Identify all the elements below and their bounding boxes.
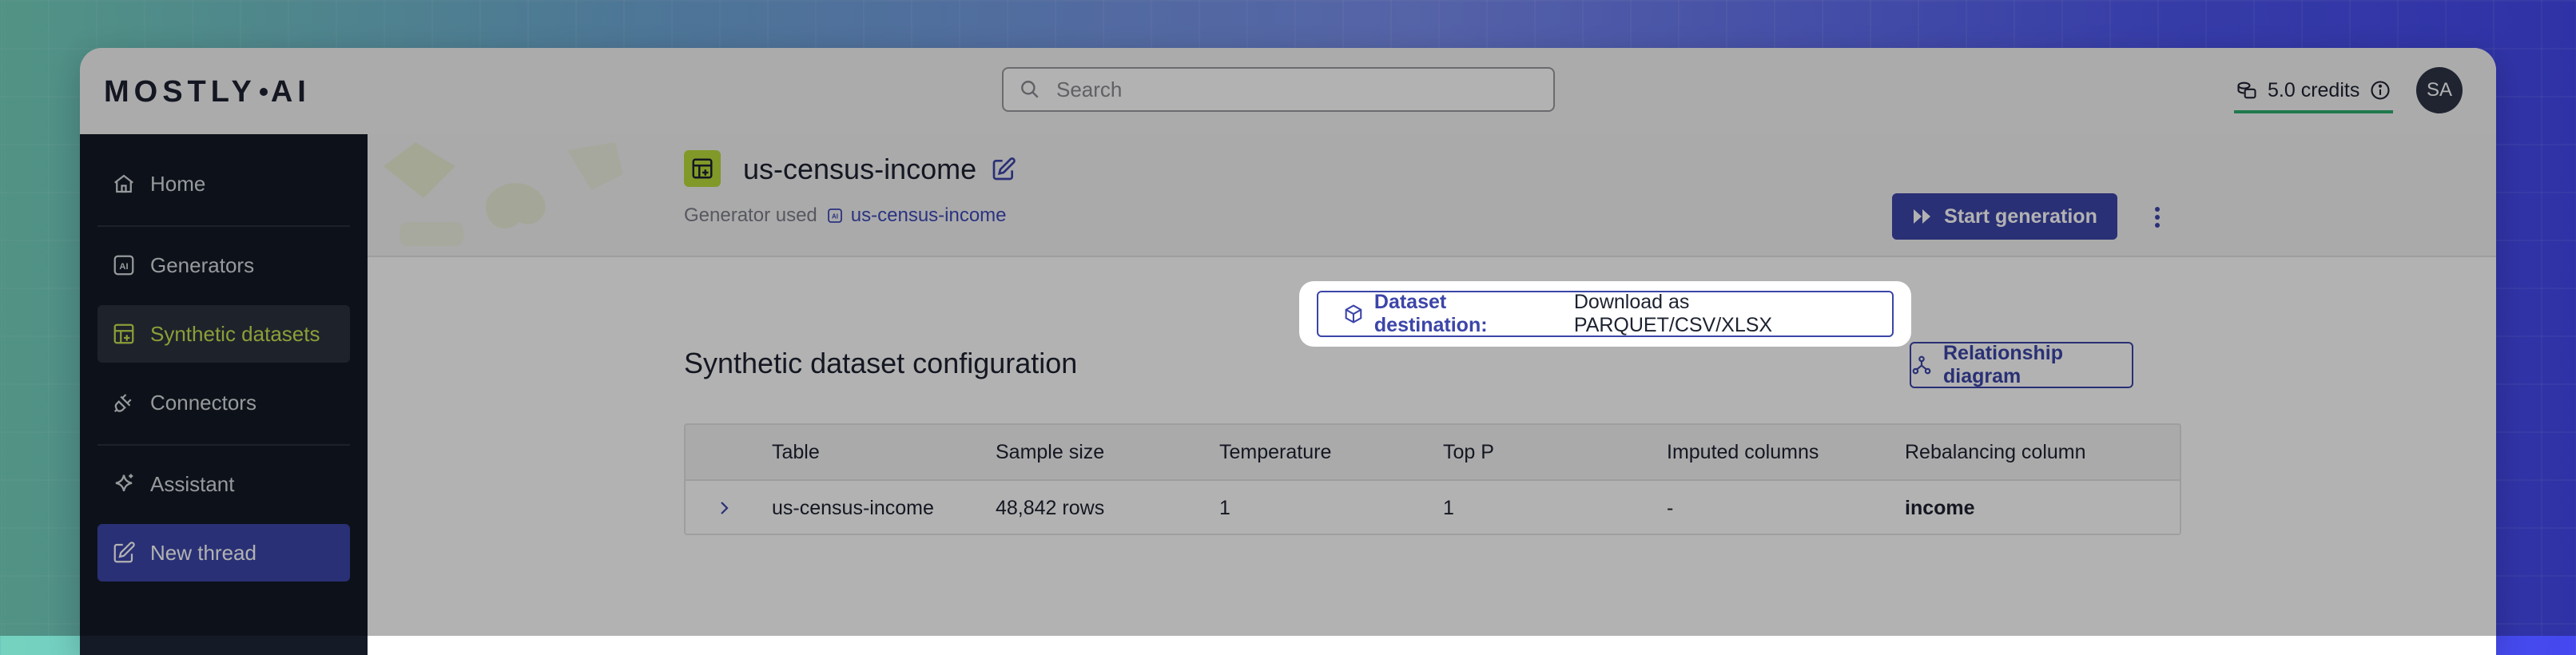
destination-label: Dataset destination:	[1373, 291, 1488, 336]
start-generation-button[interactable]: Start generation	[1892, 193, 2117, 240]
logo-dot	[259, 88, 268, 96]
sparkle-icon	[115, 474, 133, 491]
table-cell: 1	[1443, 496, 1454, 519]
more-options-icon[interactable]	[2143, 201, 2172, 233]
sidebar-item-generators[interactable]: AI Generators	[97, 236, 350, 294]
main-content: us-census-income Generator used AI us-ce…	[368, 134, 2496, 655]
sidebar-item-connectors[interactable]: Connectors	[97, 374, 350, 431]
sidebar-item-label: Synthetic datasets	[150, 321, 320, 346]
search-input[interactable]	[1055, 76, 1537, 103]
svg-text:AI: AI	[119, 262, 128, 272]
relationship-diagram-label: Relationship diagram	[1943, 342, 2064, 387]
ai-chip-icon: AI	[113, 255, 134, 276]
sidebar-item-home[interactable]: Home	[97, 155, 350, 212]
page-title: us-census-income	[743, 153, 977, 185]
table-cell: us-census-income	[772, 496, 934, 519]
search-box[interactable]	[1002, 67, 1555, 112]
relationship-diagram-button[interactable]: Relationship diagram	[1910, 342, 2133, 388]
column-header: Temperature	[1219, 440, 1332, 463]
column-header: Imputed columns	[1667, 440, 1819, 463]
logo-text-left: MOSTLY	[104, 74, 256, 109]
section-title: Synthetic dataset configuration	[684, 347, 1078, 379]
sidebar-item-synthetic-datasets[interactable]: Synthetic datasets	[97, 305, 350, 363]
coins-icon	[2237, 81, 2256, 99]
start-generation-label: Start generation	[1944, 204, 2097, 228]
avatar[interactable]: SA	[2416, 67, 2463, 113]
info-icon[interactable]	[2369, 79, 2391, 101]
destination-value: Download as PARQUET/CSV/XLSX	[1573, 291, 1773, 336]
generator-used-label: Generator used	[684, 204, 817, 226]
app-window: MOSTLY AI 5.0 credits SA Home AI Generato…	[80, 48, 2496, 655]
sidebar-item-label: Assistant	[150, 471, 235, 496]
table-cell: -	[1667, 496, 1674, 519]
ai-chip-icon: AI	[827, 208, 842, 223]
logo[interactable]: MOSTLY AI	[104, 70, 311, 113]
sidebar-item-label: Generators	[150, 252, 255, 277]
logo-text-right: AI	[270, 74, 311, 109]
table-row[interactable]: us-census-income 48,842 rows 1 1 - incom…	[686, 481, 2180, 534]
credits-indicator[interactable]: 5.0 credits	[2234, 70, 2394, 113]
edit-icon	[113, 542, 135, 563]
sidebar-item-label: Home	[150, 171, 206, 196]
package-icon	[1345, 304, 1362, 324]
dataset-title-icon	[684, 150, 721, 187]
top-bar: MOSTLY AI 5.0 credits SA	[80, 48, 2496, 136]
home-icon	[114, 174, 133, 193]
table-cell: income	[1905, 496, 1975, 519]
dataset-destination-button[interactable]: Dataset destination: Download as PARQUET…	[1317, 291, 1894, 337]
chevron-right-icon[interactable]	[710, 494, 738, 522]
spotlight-highlight: Dataset destination: Download as PARQUET…	[1299, 281, 1911, 347]
column-header: Sample size	[996, 440, 1105, 463]
sidebar: Home AI Generators Synthetic datasets Co…	[80, 134, 368, 655]
svg-text:AI: AI	[832, 213, 838, 220]
fast-forward-icon	[1914, 209, 1931, 224]
table-header: Table Sample size Temperature Top P Impu…	[686, 425, 2180, 481]
sidebar-item-assistant[interactable]: Assistant	[97, 455, 350, 513]
dataset-icon	[113, 324, 134, 344]
search-icon	[1021, 81, 1039, 98]
divider	[97, 225, 350, 227]
column-header: Rebalancing column	[1905, 440, 2086, 463]
column-header: Top P	[1443, 440, 1494, 463]
config-table: Table Sample size Temperature Top P Impu…	[684, 423, 2181, 535]
relationship-icon	[1912, 355, 1931, 375]
generator-name: us-census-income	[850, 204, 1007, 226]
sidebar-item-label: Connectors	[150, 390, 256, 415]
column-header: Table	[772, 440, 820, 463]
decorative-pattern	[384, 142, 623, 246]
divider	[97, 444, 350, 446]
edit-title-icon[interactable]	[991, 157, 1016, 182]
credits-text: 5.0 credits	[2268, 78, 2360, 101]
table-cell: 48,842 rows	[996, 496, 1105, 519]
table-cell: 1	[1219, 496, 1230, 519]
plug-icon	[113, 394, 132, 413]
generator-used: Generator used AI us-census-income	[684, 204, 1007, 227]
new-thread-button[interactable]: New thread	[97, 524, 350, 582]
sidebar-item-label: New thread	[150, 540, 256, 565]
generator-link[interactable]: AI us-census-income	[825, 204, 1007, 227]
page-header: us-census-income Generator used AI us-ce…	[368, 134, 2496, 257]
dataset-icon	[692, 158, 713, 179]
